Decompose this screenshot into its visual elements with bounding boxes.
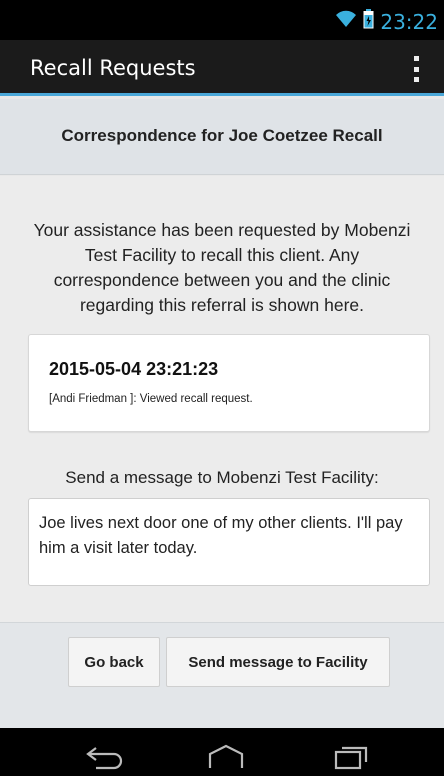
correspondence-note: [Andi Friedman ]: Viewed recall request.	[49, 393, 253, 405]
go-back-button[interactable]: Go back	[68, 637, 160, 687]
battery-icon	[363, 9, 374, 34]
menu-dot	[413, 77, 419, 82]
status-icons: 23:22	[335, 9, 438, 34]
message-input[interactable]: Joe lives next door one of my other clie…	[28, 498, 430, 586]
page-title: Correspondence for Joe Coetzee Recall	[61, 126, 383, 145]
action-bar: Go back Send message to Facility	[0, 622, 444, 728]
wifi-icon	[335, 10, 357, 33]
correspondence-card: 2015-05-04 23:21:23 [Andi Friedman ]: Vi…	[28, 334, 430, 432]
send-message-label: Send a message to Mobenzi Test Facility:	[65, 468, 379, 487]
send-message-button[interactable]: Send message to Facility	[166, 637, 390, 687]
correspondence-timestamp: 2015-05-04 23:21:23	[49, 359, 219, 379]
status-time: 23:22	[380, 9, 438, 34]
subheader: Correspondence for Joe Coetzee Recall	[0, 99, 444, 175]
navigation-bar	[0, 728, 444, 776]
menu-dot	[413, 66, 419, 72]
back-icon[interactable]	[82, 744, 126, 770]
home-icon[interactable]	[204, 744, 248, 770]
overflow-menu-icon[interactable]	[410, 56, 422, 82]
main-content: Your assistance has been requested by Mo…	[0, 176, 444, 622]
status-bar: 23:22	[0, 0, 444, 40]
menu-dot	[413, 56, 419, 61]
recent-apps-icon[interactable]	[330, 744, 374, 770]
intro-text: Your assistance has been requested by Mo…	[33, 220, 411, 315]
app-bar: Recall Requests	[0, 40, 444, 96]
app-title: Recall Requests	[30, 56, 196, 80]
